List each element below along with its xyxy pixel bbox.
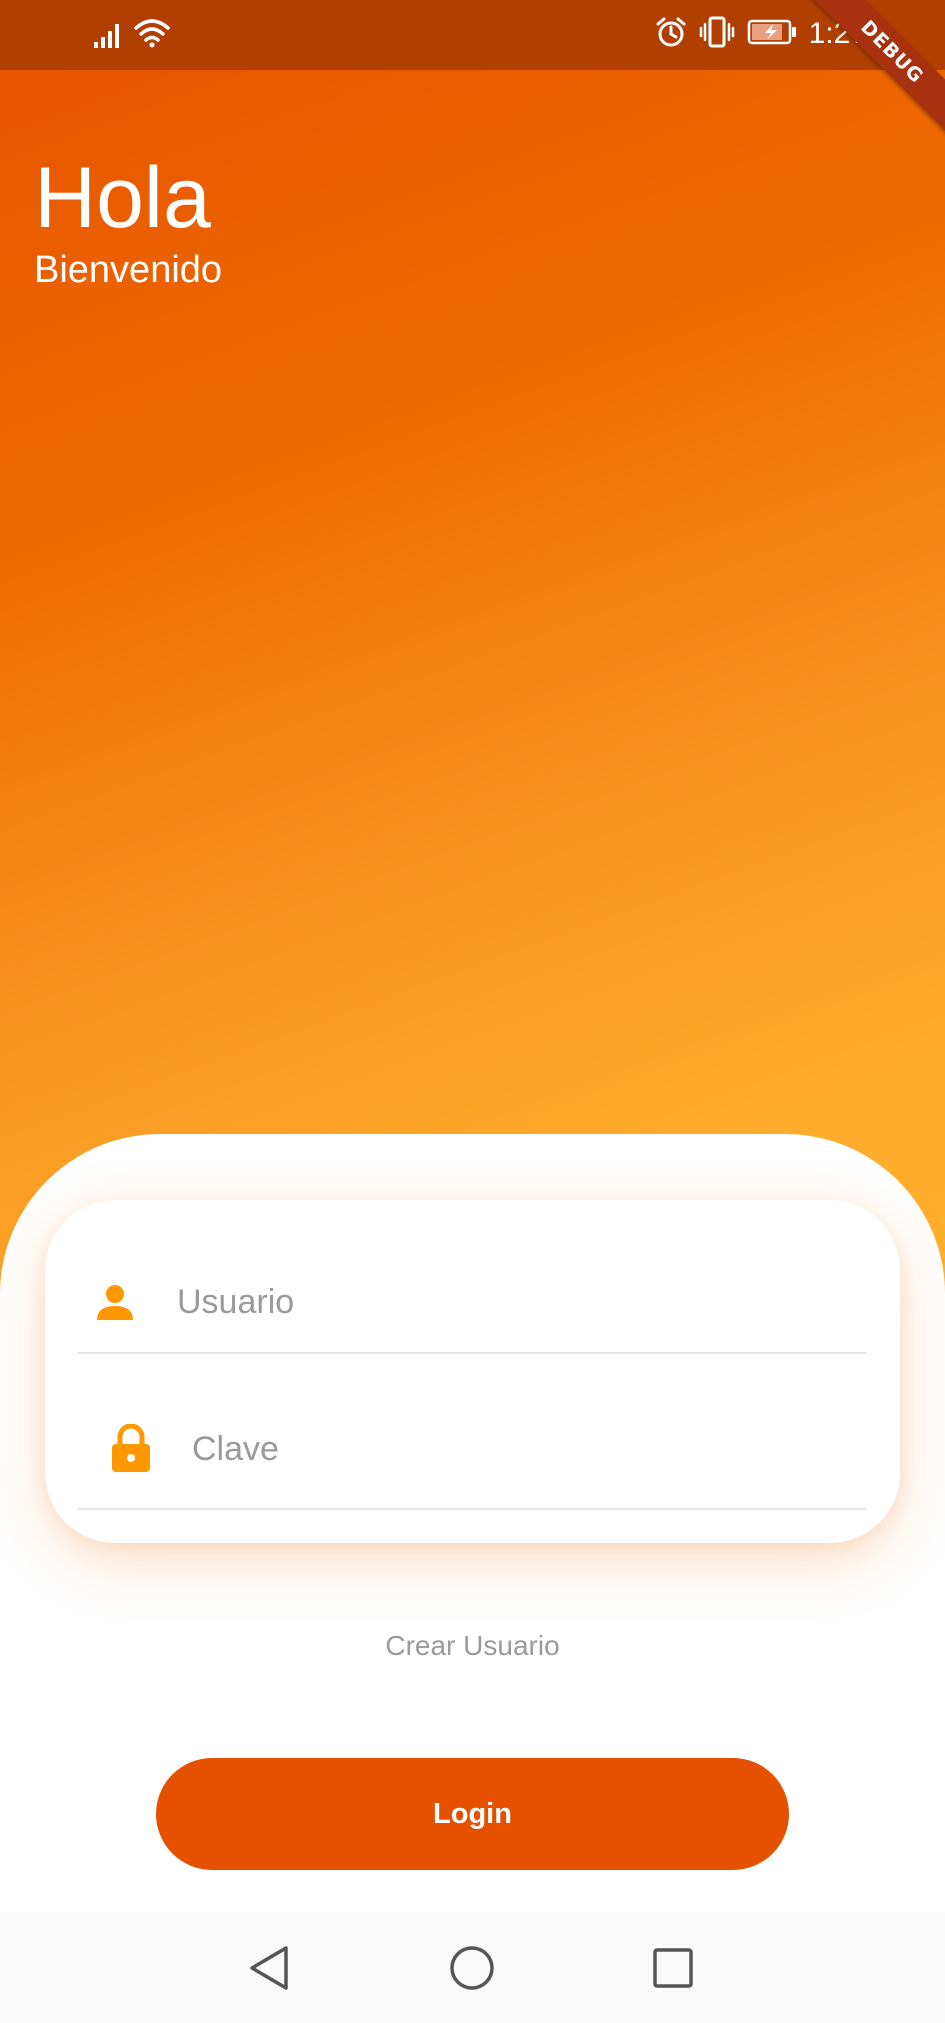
page-subtitle: Bienvenido xyxy=(34,249,223,291)
login-screen: 1:27 DEBUG Hola Bienvenido Usuario Crear… xyxy=(0,0,945,2023)
login-button[interactable]: Login xyxy=(156,1758,789,1870)
alarm-icon xyxy=(655,16,687,53)
lock-icon xyxy=(106,1424,156,1474)
page-title: Hola xyxy=(34,150,211,246)
battery-icon xyxy=(747,18,797,51)
login-form-card xyxy=(45,1200,900,1543)
username-field xyxy=(78,1252,866,1354)
system-nav-bar xyxy=(0,1912,945,2023)
signal-icon xyxy=(92,20,124,53)
status-left-icons xyxy=(92,18,170,53)
status-bar: 1:27 DEBUG xyxy=(0,0,945,147)
password-input[interactable] xyxy=(190,1418,814,1480)
username-input[interactable] xyxy=(175,1271,799,1333)
wifi-icon xyxy=(134,18,170,53)
back-icon[interactable] xyxy=(244,1942,296,1994)
greeting: Hola Bienvenido xyxy=(34,148,222,292)
home-icon[interactable] xyxy=(446,1942,498,1994)
password-field xyxy=(78,1390,866,1510)
create-user-link[interactable]: Crear Usuario xyxy=(0,1630,945,1662)
recents-icon[interactable] xyxy=(647,1942,699,1994)
vibrate-icon xyxy=(699,16,735,53)
person-icon xyxy=(90,1277,140,1327)
